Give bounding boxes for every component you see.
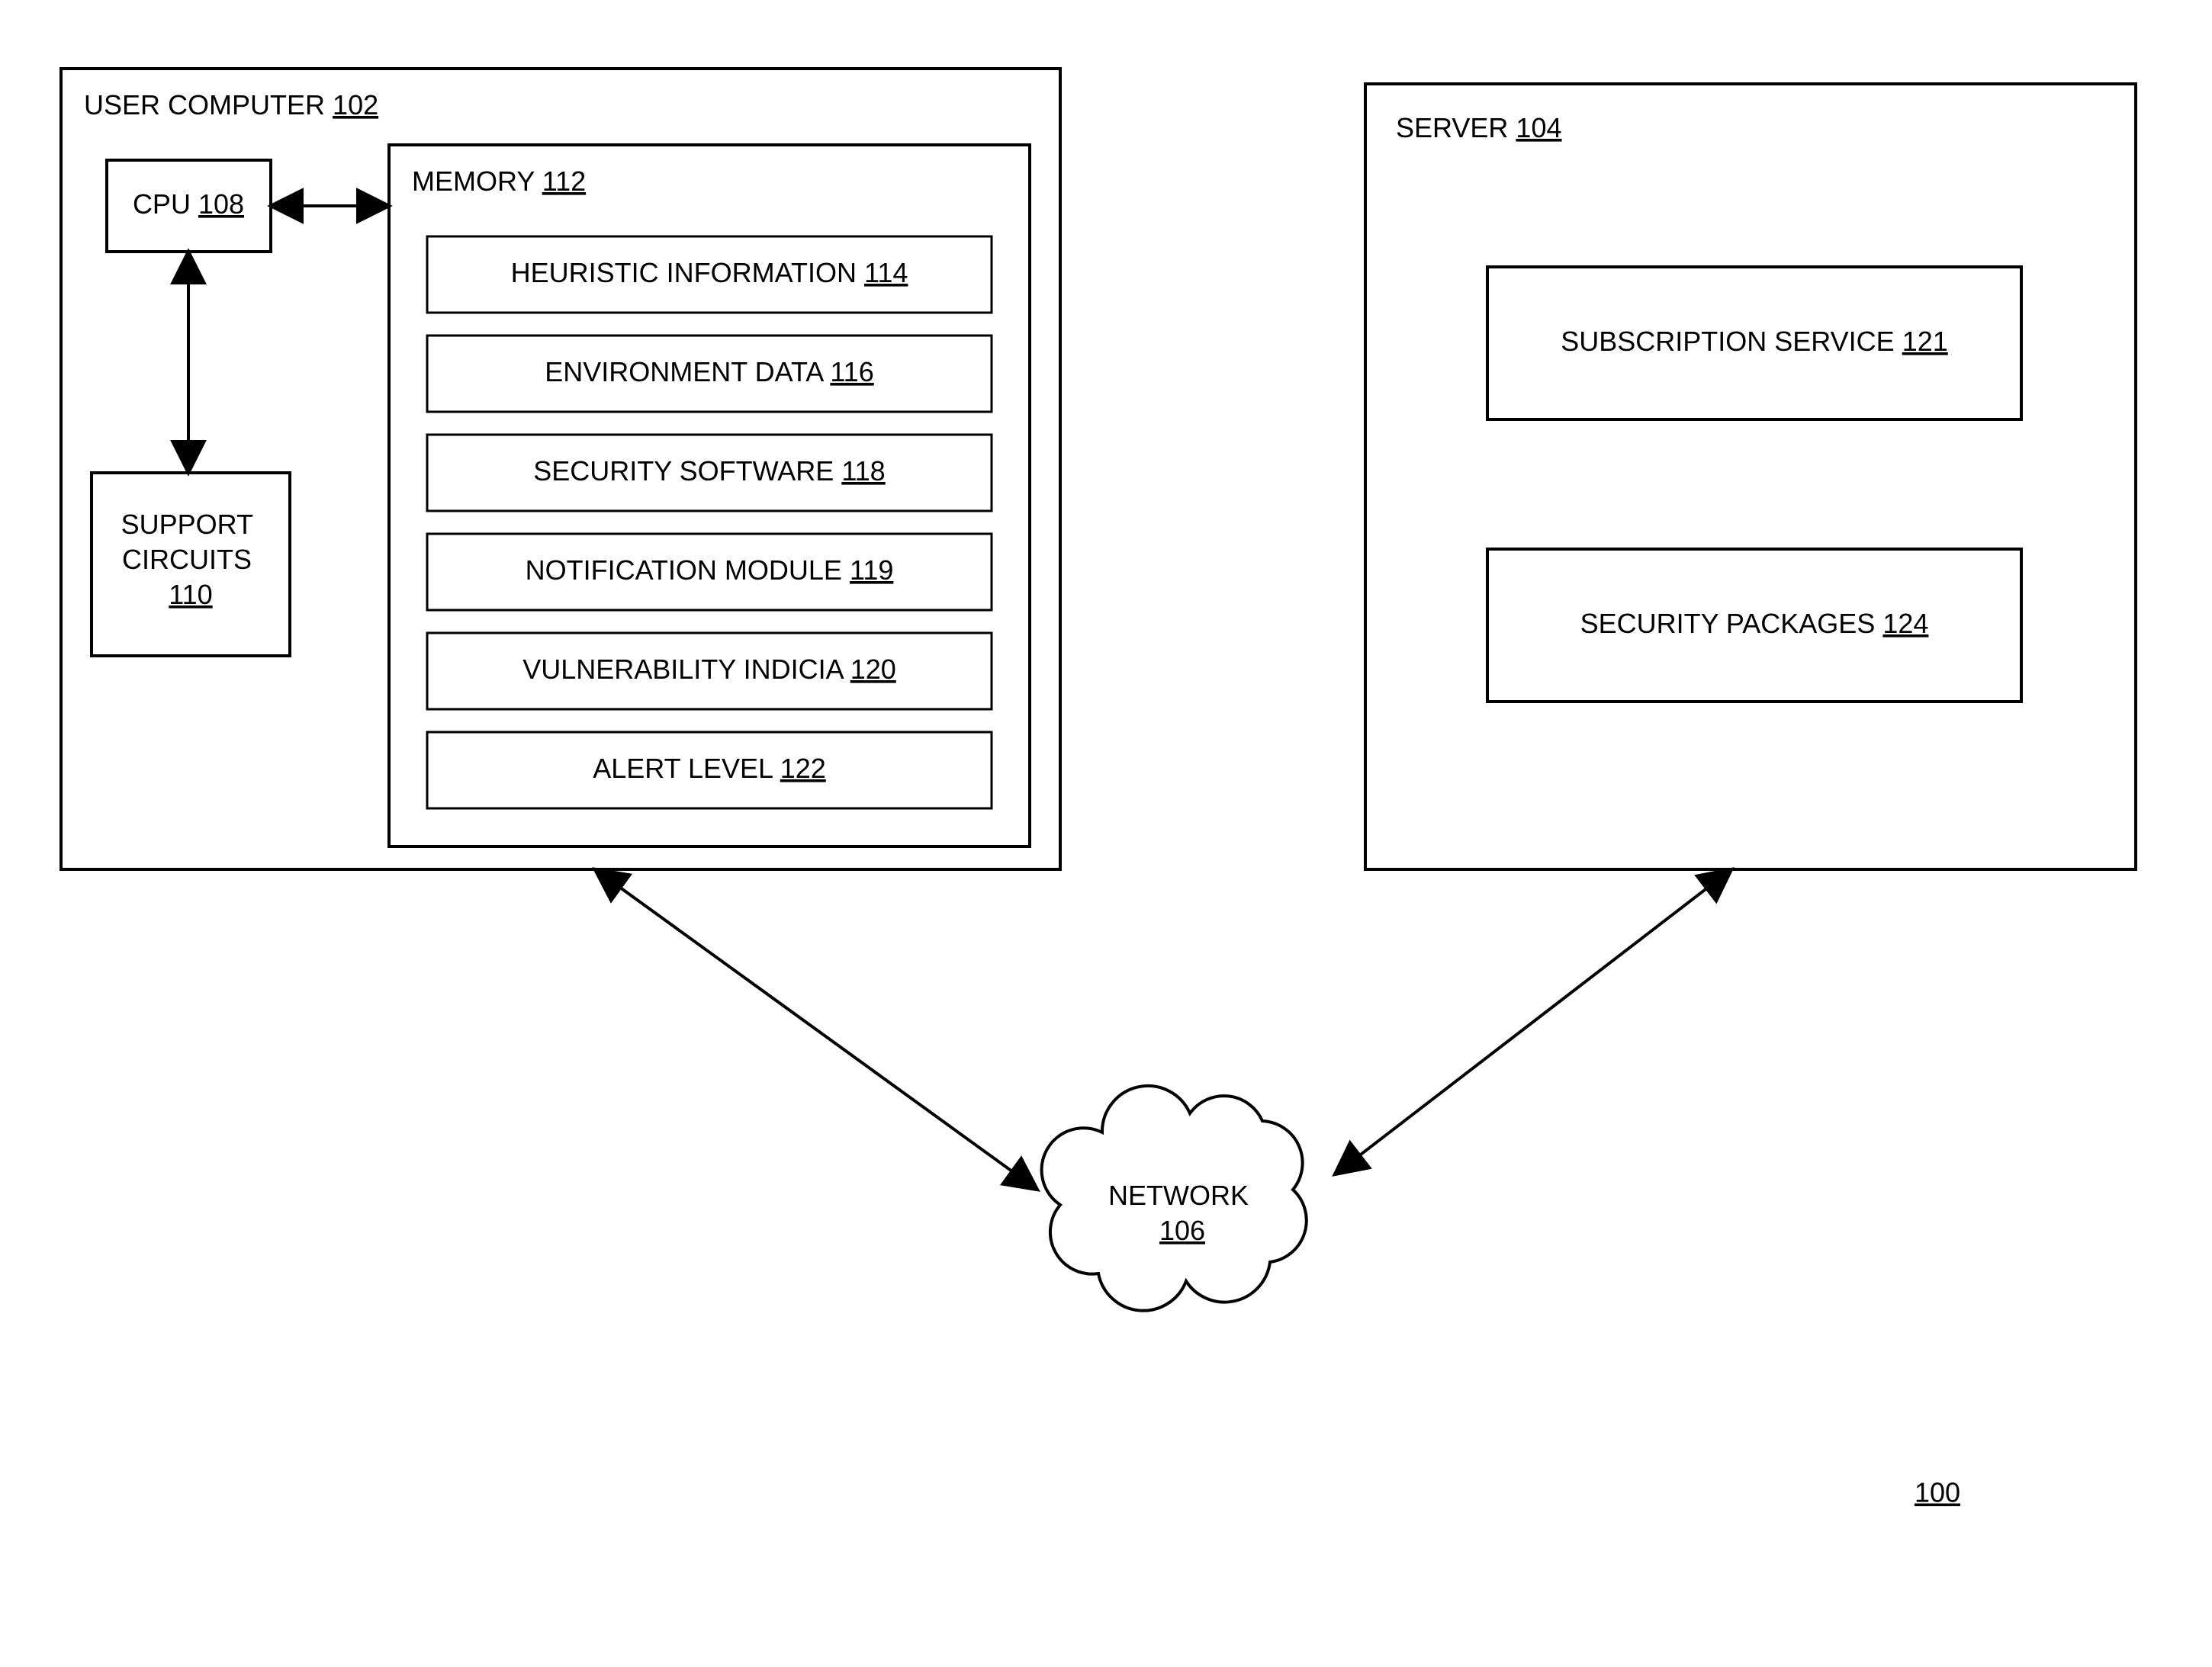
server-label: SERVER 104 (1396, 112, 1562, 143)
server-box (1365, 84, 2136, 869)
memory-item-label: ENVIRONMENT DATA 116 (545, 356, 873, 387)
cpu-label: CPU 108 (133, 188, 244, 220)
security-packages-label: SECURITY PACKAGES 124 (1580, 608, 1929, 639)
user-computer-label: USER COMPUTER 102 (84, 89, 378, 120)
usercomputer-network-connector (595, 869, 1037, 1190)
figure-ref: 100 (1915, 1477, 1960, 1508)
memory-item-label: VULNERABILITY INDICIA 120 (522, 654, 896, 685)
memory-item-label: NOTIFICATION MODULE 119 (526, 554, 894, 586)
memory-label: MEMORY 112 (412, 165, 586, 197)
memory-item-label: HEURISTIC INFORMATION 114 (511, 257, 908, 288)
server-network-connector (1335, 869, 1731, 1174)
memory-item-label: ALERT LEVEL 122 (593, 753, 826, 784)
memory-item-label: SECURITY SOFTWARE 118 (533, 455, 885, 487)
subscription-service-label: SUBSCRIPTION SERVICE 121 (1561, 326, 1948, 357)
